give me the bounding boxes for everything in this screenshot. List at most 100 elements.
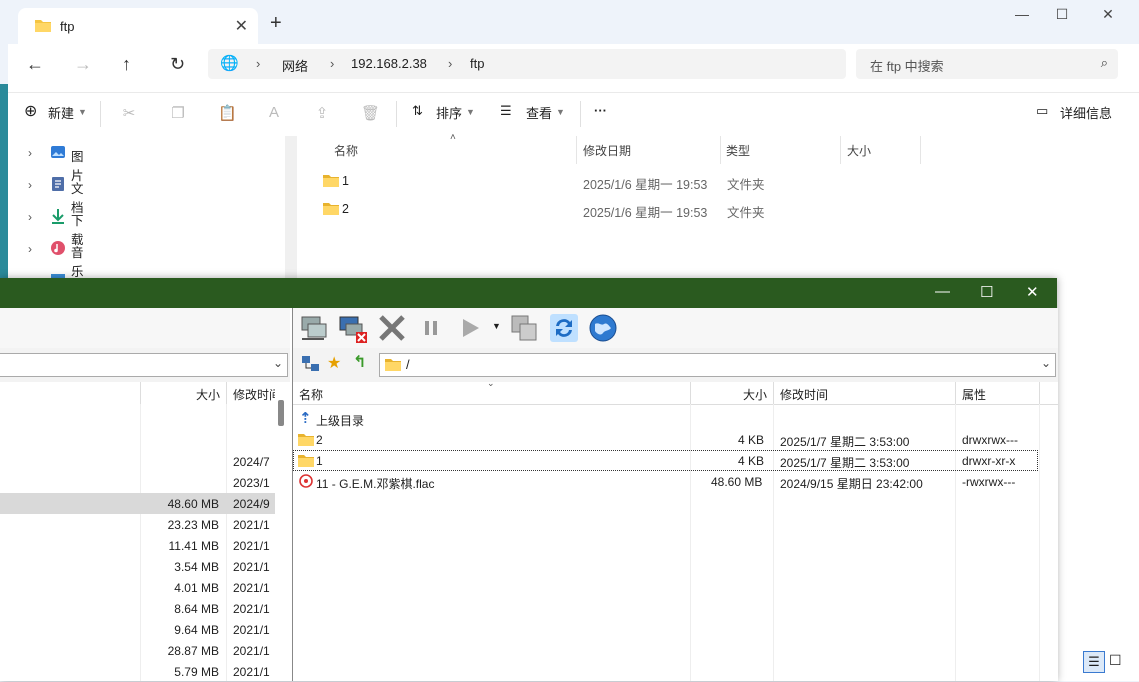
delete-icon[interactable]: 🗑	[361, 104, 380, 122]
scrollbar-thumb[interactable]	[278, 400, 284, 426]
table-row[interactable]: 48.60 MB 2024/9	[0, 493, 275, 514]
column-header-size[interactable]: 大小	[196, 386, 220, 403]
parent-directory-row[interactable]: ⇡ 上级目录	[293, 408, 1038, 429]
file-size: 5.79 MB	[174, 665, 219, 679]
share-icon[interactable]: ⇪	[313, 104, 331, 122]
details-button[interactable]: 详细信息	[1060, 103, 1112, 122]
column-header-date[interactable]: 修改日期	[583, 142, 631, 159]
close-button[interactable]: ✕	[1098, 6, 1118, 26]
up-button[interactable]: ↑	[122, 54, 131, 75]
breadcrumb-ftp[interactable]: ftp	[470, 56, 484, 71]
divider	[140, 382, 141, 404]
table-row[interactable]: 4.01 MB 2021/1	[0, 577, 275, 598]
music-icon	[51, 241, 65, 255]
scrollbar[interactable]	[285, 136, 297, 286]
breadcrumb-network[interactable]: 网络	[282, 56, 308, 75]
cut-icon[interactable]: ✂	[120, 104, 138, 122]
more-options-button[interactable]: ···	[594, 103, 607, 118]
documents-icon	[52, 177, 64, 191]
tab-ftp[interactable]: ftp ✕	[18, 8, 258, 44]
table-row[interactable]: 3.54 MB 2021/1	[0, 556, 275, 577]
table-row[interactable]: 11.41 MB 2021/1	[0, 535, 275, 556]
list-item[interactable]: 2 2025/1/6 星期一 19:53 文件夹	[304, 196, 904, 222]
chevron-right-icon: ›	[28, 178, 32, 192]
view-button[interactable]: 查看	[526, 103, 552, 122]
table-row[interactable]: 23.23 MB 2021/1	[0, 514, 275, 535]
file-size: 3.54 MB	[174, 560, 219, 574]
remote-path-combo[interactable]: / ⌄	[379, 353, 1056, 377]
chevron-down-icon[interactable]: ▼	[492, 321, 501, 331]
maximize-button[interactable]: ☐	[1052, 6, 1072, 26]
site-manager-icon[interactable]	[301, 355, 321, 373]
maximize-button[interactable]: ☐	[980, 283, 993, 301]
column-header-type[interactable]: 类型	[726, 142, 750, 159]
remote-path-text: /	[406, 357, 410, 372]
divider	[920, 136, 921, 164]
globe-icon[interactable]	[587, 312, 619, 344]
chevron-down-icon: ▼	[556, 107, 565, 117]
close-button[interactable]: ✕	[1026, 283, 1039, 301]
table-row[interactable]: 5.79 MB 2021/1	[0, 661, 275, 682]
chevron-right-icon: ›	[28, 146, 32, 160]
file-size: 4 KB	[738, 433, 765, 447]
minimize-button[interactable]: —	[935, 283, 950, 300]
table-row[interactable]: 2 4 KB 2025/1/7 星期二 3:53:00 drwxrwx---	[293, 429, 1038, 450]
address-bar: ← → ↑ ↻ 🌐 › 网络 › 192.168.2.38 › ftp 在 ft…	[8, 44, 1139, 84]
details-view-icon[interactable]: ☰	[1083, 651, 1105, 673]
column-header-modified[interactable]: 修改时间	[780, 386, 828, 403]
back-button[interactable]: ←	[26, 54, 44, 75]
file-name: 1	[316, 454, 323, 468]
column-header-name[interactable]: 名称	[334, 142, 358, 159]
list-item[interactable]: 1 2025/1/6 星期一 19:53 文件夹	[304, 168, 904, 194]
copy-icon[interactable]: ❐	[169, 104, 187, 122]
refresh-icon[interactable]	[548, 312, 580, 344]
tiles-view-icon[interactable]: ☐	[1109, 652, 1122, 669]
table-row[interactable]: 1 4 KB 2025/1/7 星期二 3:53:00 drwxr-xr-x	[293, 450, 1038, 471]
minimize-button[interactable]: —	[1012, 6, 1032, 26]
folder-icon	[35, 20, 51, 32]
paste-icon[interactable]: 📋	[218, 104, 237, 122]
file-type: 文件夹	[727, 206, 765, 220]
search-input[interactable]: 在 ftp 中搜索 ⌕	[856, 49, 1118, 79]
table-row[interactable]: 2023/1	[0, 472, 275, 493]
ftp-client-window: — ☐ ✕ ⌄ 大小 修改时间 2024/7 2023/1 48.60 MB20…	[0, 278, 1058, 682]
file-size: 11.41 MB	[168, 539, 219, 553]
download-icon	[52, 209, 64, 224]
bookmark-star-icon[interactable]: ★	[327, 353, 341, 373]
breadcrumb-host[interactable]: 192.168.2.38	[351, 56, 427, 71]
stop-icon[interactable]	[376, 312, 408, 344]
rename-icon[interactable]: A	[265, 104, 283, 122]
column-header-modified[interactable]: 修改时间	[233, 386, 275, 403]
local-path-combo[interactable]: ⌄	[0, 353, 288, 377]
file-name: 1	[342, 174, 349, 188]
breadcrumb[interactable]: 🌐 › 网络 › 192.168.2.38 › ftp	[208, 49, 846, 79]
column-header-size[interactable]: 大小	[743, 386, 767, 403]
table-row[interactable]: 8.64 MB 2021/1	[0, 598, 275, 619]
table-row[interactable]: 28.87 MB 2021/1	[0, 640, 275, 661]
file-date: 2021/1	[233, 665, 270, 679]
tab-close-button[interactable]: ✕	[235, 16, 248, 36]
file-date: 2025/1/6 星期一 19:53	[583, 206, 708, 220]
divider	[580, 101, 581, 127]
table-row[interactable]: 2024/7	[0, 451, 275, 472]
table-row[interactable]: 9.64 MB 2021/1	[0, 619, 275, 640]
table-row[interactable]: 11 - G.E.M.邓紫棋.flac 48.60 MB 2024/9/15 星…	[293, 471, 1038, 492]
play-icon[interactable]	[454, 312, 486, 344]
column-header-attributes[interactable]: 属性	[962, 386, 986, 403]
chevron-down-icon: ▼	[466, 107, 475, 117]
details-pane-icon: ▭	[1036, 103, 1049, 118]
pause-icon[interactable]	[415, 312, 447, 344]
column-header-name[interactable]: 名称	[299, 386, 323, 403]
new-tab-button[interactable]: +	[270, 12, 282, 35]
sort-button[interactable]: 排序	[436, 103, 462, 122]
new-button[interactable]: 新建	[48, 103, 74, 122]
disconnect-icon[interactable]	[336, 312, 368, 344]
forward-button[interactable]: →	[74, 54, 92, 75]
file-attributes: -rwxrwx---	[962, 475, 1016, 489]
file-size: 8.64 MB	[174, 602, 219, 616]
refresh-button[interactable]: ↻	[170, 54, 185, 75]
connect-icon[interactable]	[298, 312, 330, 344]
transfer-queue-icon[interactable]	[508, 312, 540, 344]
column-header-size[interactable]: 大小	[847, 142, 871, 159]
go-up-icon[interactable]: ↰	[353, 352, 366, 372]
